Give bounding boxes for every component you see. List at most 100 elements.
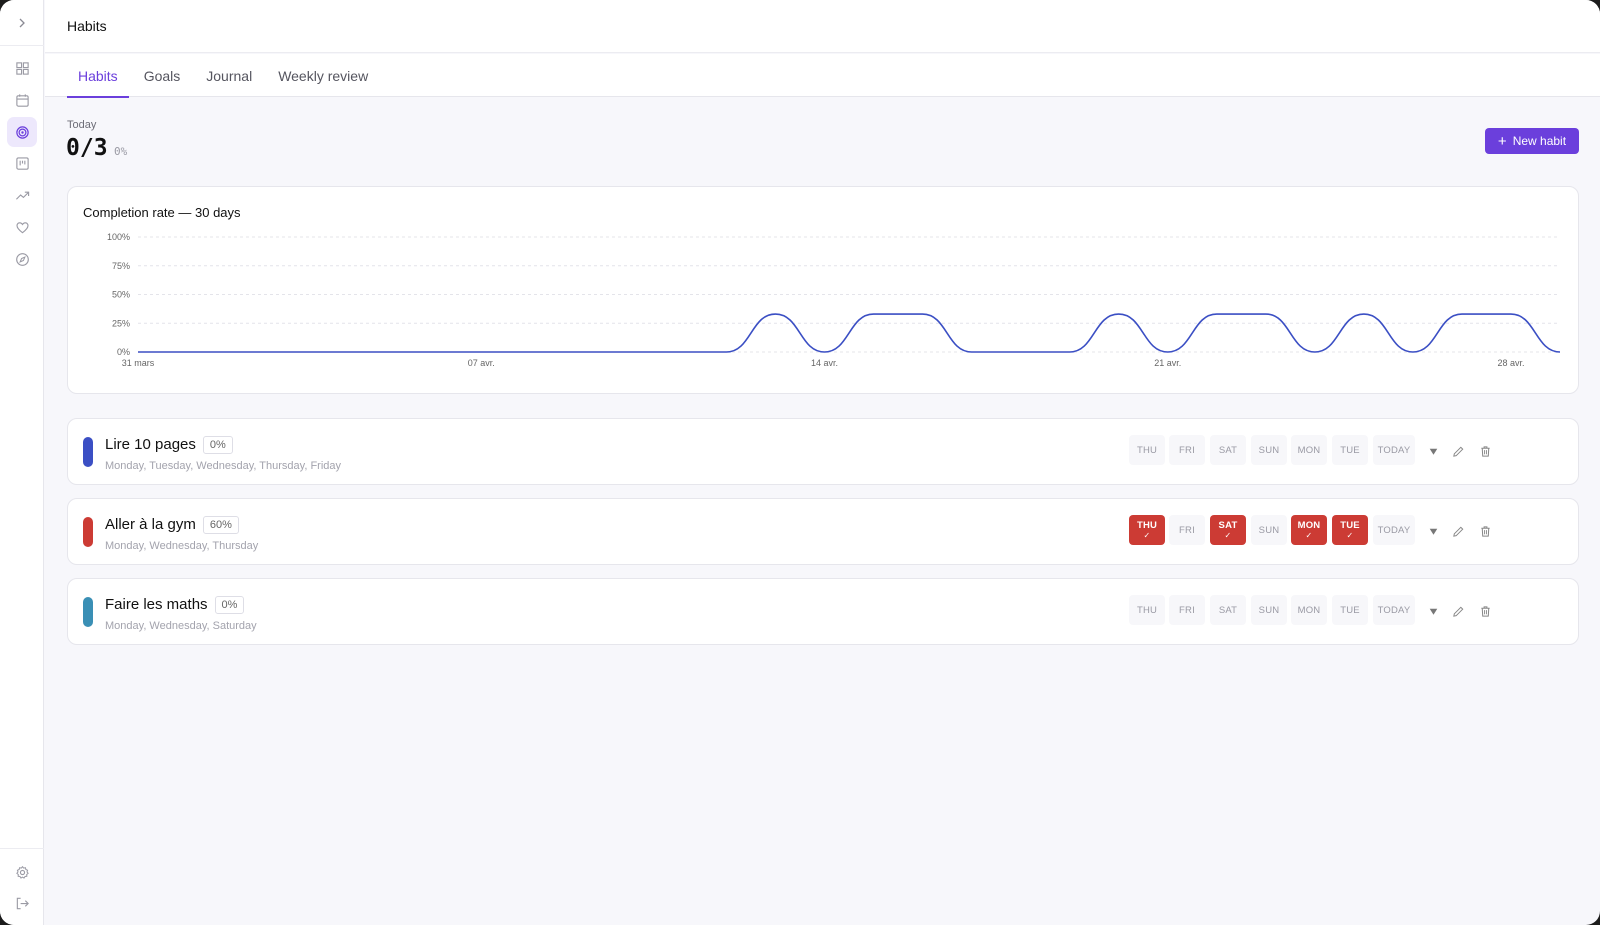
- trash-icon: [1480, 525, 1490, 537]
- habit-day-today[interactable]: TODAY: [1373, 435, 1415, 465]
- sidebar-expand-button[interactable]: [0, 0, 44, 46]
- habit-day-mon[interactable]: MON ✓: [1291, 515, 1327, 545]
- tab-habits[interactable]: Habits: [67, 54, 129, 98]
- target-icon: [15, 125, 29, 139]
- habit-name: Faire les maths 0%: [105, 596, 245, 614]
- sidebar-item-stats[interactable]: [7, 180, 37, 210]
- chevron-right-icon: [19, 18, 25, 27]
- habit-day-today[interactable]: TODAY: [1373, 595, 1415, 625]
- habit-day-sat[interactable]: SAT: [1210, 435, 1246, 465]
- day-label: TODAY: [1377, 604, 1411, 616]
- x-tick-label: 07 avr.: [468, 358, 495, 368]
- y-tick-label: 75%: [112, 261, 130, 271]
- day-label: SUN: [1258, 604, 1280, 616]
- habit-name-text: Aller à la gym: [105, 516, 196, 533]
- compass-icon: [15, 252, 29, 266]
- expand-button[interactable]: [1426, 604, 1440, 618]
- sidebar-item-dashboard[interactable]: [7, 53, 37, 83]
- day-label: SUN: [1258, 524, 1280, 536]
- day-label: MON: [1297, 520, 1321, 531]
- habit-day-thu[interactable]: THU ✓: [1129, 515, 1165, 545]
- sidebar-item-explore[interactable]: [7, 244, 37, 274]
- x-tick-label: 31 mars: [122, 358, 155, 368]
- day-label: SAT: [1218, 520, 1238, 531]
- day-label: SUN: [1258, 444, 1280, 456]
- habit-day-tue[interactable]: TUE: [1332, 435, 1368, 465]
- app-window: Habits Habits Goals Journal Weekly revie…: [0, 0, 1600, 925]
- habit-name-text: Faire les maths: [105, 596, 208, 613]
- habit-percent-badge: 0%: [202, 436, 233, 454]
- new-habit-button[interactable]: + New habit: [1485, 128, 1579, 154]
- habit-day-thu[interactable]: THU: [1129, 595, 1165, 625]
- sidebar: [0, 0, 44, 925]
- day-label: TUE: [1340, 604, 1360, 616]
- tab-weekly-review[interactable]: Weekly review: [267, 54, 379, 97]
- habit-day-sat[interactable]: SAT: [1210, 595, 1246, 625]
- habit-day-mon[interactable]: MON: [1291, 595, 1327, 625]
- delete-button[interactable]: [1478, 524, 1492, 538]
- today-percent: 0%: [114, 145, 128, 158]
- day-label: MON: [1297, 604, 1321, 616]
- settings-icon: [15, 865, 29, 879]
- habit-day-fri[interactable]: FRI: [1169, 435, 1205, 465]
- day-label: FRI: [1179, 524, 1195, 536]
- habit-row[interactable]: Lire 10 pages 0% Monday, Tuesday, Wednesda…: [67, 418, 1579, 485]
- day-label: THU: [1136, 444, 1158, 456]
- pencil-icon: [1452, 606, 1463, 617]
- day-label: THU: [1136, 520, 1158, 531]
- y-tick-label: 25%: [112, 318, 130, 328]
- sidebar-item-wellbeing[interactable]: [7, 212, 37, 242]
- kanban-icon: [15, 156, 29, 170]
- tab-journal[interactable]: Journal: [195, 54, 263, 97]
- completion-series-line: [138, 313, 1561, 353]
- calendar-icon: [15, 93, 29, 107]
- heart-icon: [15, 221, 29, 233]
- habit-day-today[interactable]: TODAY: [1373, 515, 1415, 545]
- habit-percent-badge: 0%: [214, 596, 245, 614]
- check-icon: ✓: [1143, 531, 1151, 540]
- habit-day-sat[interactable]: SAT ✓: [1210, 515, 1246, 545]
- expand-button[interactable]: [1426, 524, 1440, 538]
- sidebar-divider: [0, 848, 44, 849]
- sidebar-item-calendar[interactable]: [7, 85, 37, 115]
- habit-day-sun[interactable]: SUN: [1251, 595, 1287, 625]
- delete-button[interactable]: [1478, 604, 1492, 618]
- trash-icon: [1480, 445, 1490, 457]
- sidebar-item-habits[interactable]: [7, 117, 37, 147]
- edit-button[interactable]: [1451, 604, 1465, 618]
- page-title: Habits: [67, 18, 107, 34]
- habit-schedule: Monday, Tuesday, Wednesday, Thursday, Fr…: [105, 460, 342, 472]
- habit-day-thu[interactable]: THU: [1129, 435, 1165, 465]
- habit-day-tue[interactable]: TUE: [1332, 595, 1368, 625]
- day-label: TODAY: [1377, 444, 1411, 456]
- delete-button[interactable]: [1478, 444, 1492, 458]
- caret-down-icon: [1429, 608, 1437, 615]
- edit-button[interactable]: [1451, 524, 1465, 538]
- expand-button[interactable]: [1426, 444, 1440, 458]
- habit-name-text: Lire 10 pages: [105, 436, 196, 453]
- habit-day-sun[interactable]: SUN: [1251, 515, 1287, 545]
- edit-button[interactable]: [1451, 444, 1465, 458]
- habit-day-mon[interactable]: MON: [1291, 435, 1327, 465]
- pencil-icon: [1452, 526, 1463, 537]
- habit-row[interactable]: Aller à la gym 60% Monday, Wednesday, Thur…: [67, 498, 1579, 565]
- page-header: Habits: [45, 0, 1600, 53]
- sidebar-item-logout[interactable]: [7, 888, 37, 918]
- habit-day-tue[interactable]: TUE ✓: [1332, 515, 1368, 545]
- habit-day-fri[interactable]: FRI: [1169, 595, 1205, 625]
- habit-name: Lire 10 pages 0%: [105, 436, 233, 454]
- habit-day-fri[interactable]: FRI: [1169, 515, 1205, 545]
- habit-day-sun[interactable]: SUN: [1251, 435, 1287, 465]
- tab-goals[interactable]: Goals: [133, 54, 192, 97]
- x-tick-label: 28 avr.: [1497, 358, 1524, 368]
- habit-percent-badge: 60%: [202, 516, 239, 534]
- caret-down-icon: [1429, 448, 1437, 455]
- logout-icon: [16, 897, 29, 909]
- sidebar-item-settings[interactable]: [7, 857, 37, 887]
- habit-color-bar: [83, 517, 93, 547]
- habit-row[interactable]: Faire les maths 0% Monday, Wednesday, Satu…: [67, 578, 1579, 645]
- habit-name: Aller à la gym 60%: [105, 516, 239, 534]
- sidebar-item-board[interactable]: [7, 148, 37, 178]
- habit-schedule: Monday, Wednesday, Saturday: [105, 620, 257, 632]
- day-label: THU: [1136, 604, 1158, 616]
